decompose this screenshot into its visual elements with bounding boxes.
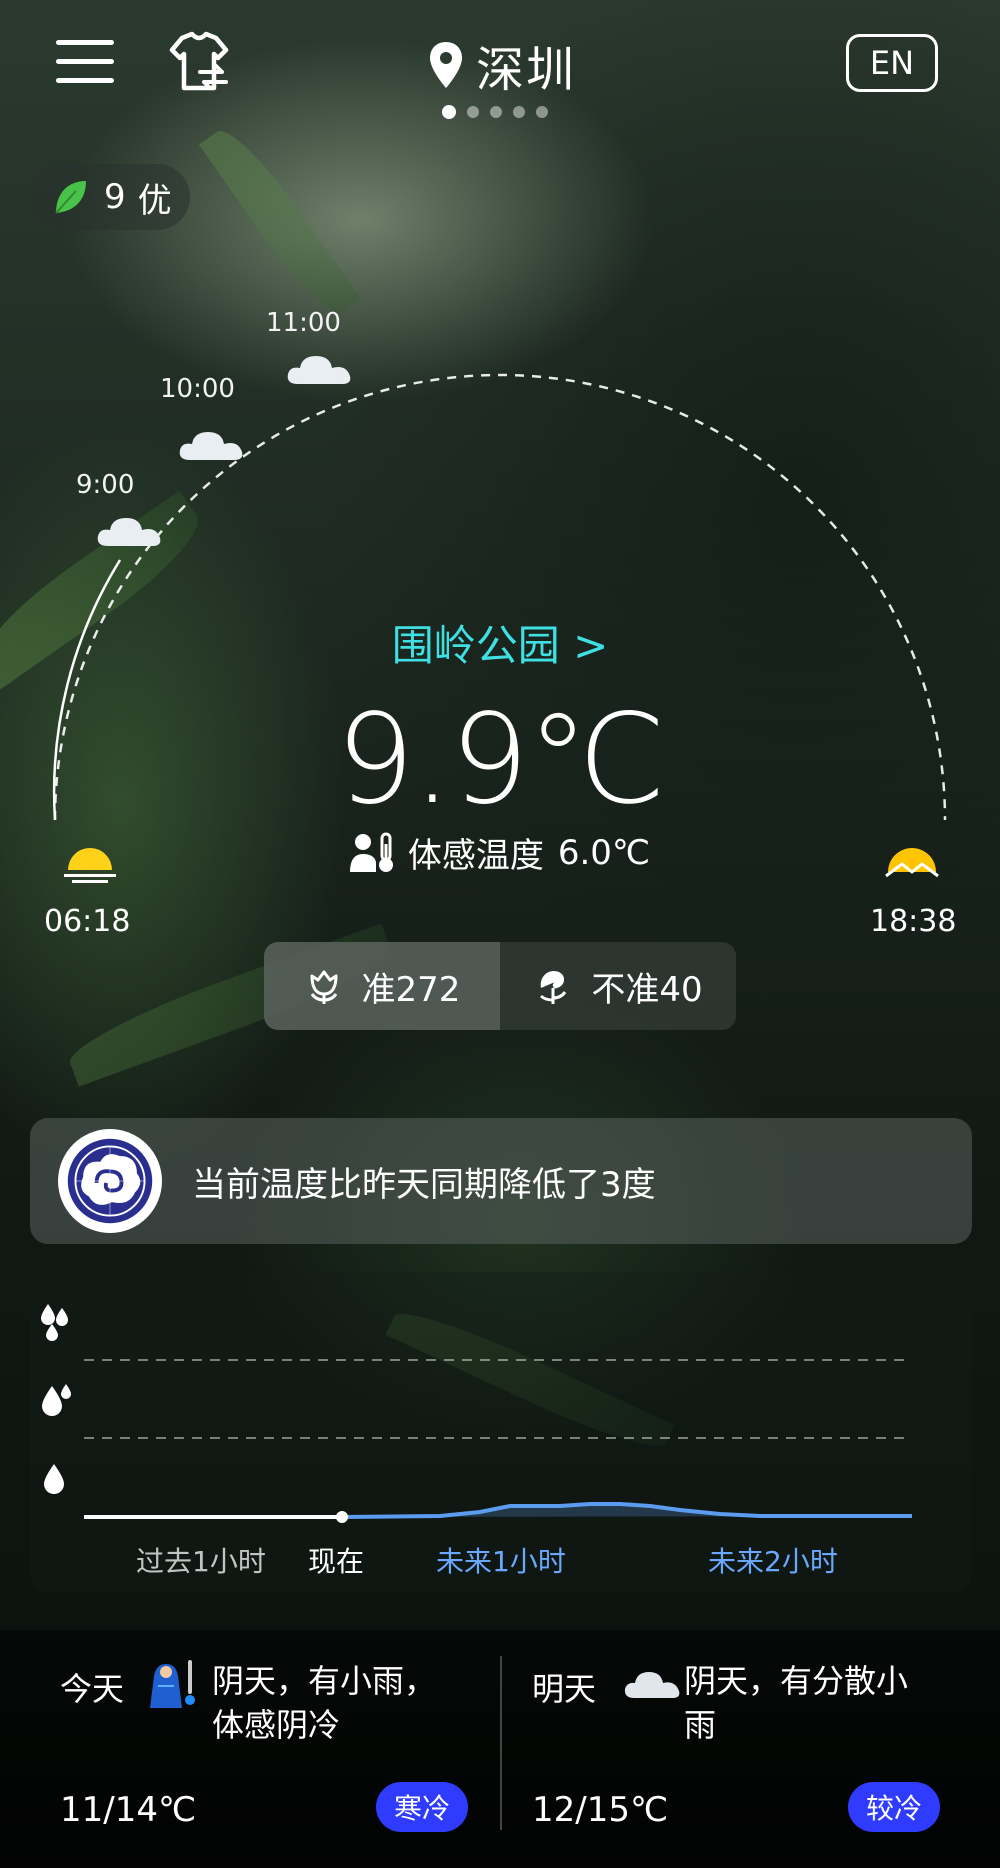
language-toggle-button[interactable]: EN	[846, 34, 938, 92]
hourly-time: 10:00	[160, 374, 235, 404]
air-quality-badge[interactable]: 9 优	[30, 164, 190, 230]
tomorrow-temperature-range: 12/15℃	[532, 1790, 669, 1830]
city-name: 深圳	[476, 42, 577, 98]
tomorrow-comfort-badge: 较冷	[848, 1782, 940, 1832]
hourly-time: 9:00	[76, 470, 135, 500]
meteorological-bureau-logo	[58, 1129, 162, 1233]
feels-like-label: 体感温度	[407, 836, 544, 876]
today-temperature-range: 11/14℃	[60, 1790, 197, 1830]
timeline-past: 过去1小时	[136, 1545, 266, 1578]
weather-notice[interactable]: 当前温度比昨天同期降低了3度	[30, 1118, 972, 1244]
timeline-next-hour: 未来1小时	[436, 1545, 566, 1578]
notice-text: 当前温度比昨天同期降低了3度	[192, 1164, 656, 1205]
tomorrow-description-line1: 阴天，有分散小	[684, 1662, 909, 1700]
page-dot	[467, 106, 479, 118]
forecast-accuracy-vote: 准272 不准40	[264, 942, 736, 1030]
today-comfort-badge: 寒冷	[376, 1782, 468, 1832]
vote-inaccurate-label: 不准40	[591, 969, 703, 1010]
wilted-flower-icon	[540, 970, 567, 1004]
today-label: 今天	[60, 1670, 125, 1708]
menu-icon[interactable]	[56, 40, 114, 90]
aqi-value: 9	[104, 177, 126, 217]
clothing-switch-icon[interactable]	[164, 28, 234, 98]
today-description-line2: 体感阴冷	[212, 1706, 341, 1744]
page-dot	[490, 106, 502, 118]
precipitation-chart	[84, 1359, 912, 1523]
vote-accurate-button[interactable]: 准272	[264, 942, 500, 1030]
today-description-line1: 阴天，有小雨，	[212, 1662, 437, 1700]
feels-like-value: 6.0℃	[557, 832, 651, 873]
person-thermometer-icon	[349, 832, 393, 872]
cloud-icon	[624, 1672, 680, 1698]
forecast-divider	[500, 1656, 502, 1830]
location-pin-icon	[430, 42, 462, 88]
tomorrow-label: 明天	[532, 1670, 597, 1708]
page-dot	[513, 106, 525, 118]
feels-like: 体感温度 6.0℃	[0, 828, 1000, 877]
page-indicator	[442, 105, 548, 119]
sunrise-time: 06:18	[44, 904, 131, 939]
cloud-icon	[287, 356, 351, 384]
timeline-next-two-hours: 未来2小时	[708, 1545, 838, 1578]
vote-accurate-label: 准272	[361, 969, 461, 1010]
tomorrow-description-line2: 雨	[684, 1706, 717, 1744]
sunset-icon	[885, 848, 939, 878]
flower-icon	[310, 970, 338, 1004]
sunset-time: 18:38	[870, 904, 957, 939]
current-temperature: 9.9℃	[335, 688, 666, 832]
hourly-time: 11:00	[266, 308, 341, 338]
vote-inaccurate-button[interactable]: 不准40	[500, 942, 736, 1030]
city-selector[interactable]: 深圳	[428, 30, 576, 100]
person-in-cold-icon	[150, 1660, 195, 1708]
cloud-icon	[179, 432, 243, 460]
cloud-icon	[97, 518, 161, 546]
leaf-icon	[55, 181, 86, 214]
station-link[interactable]: 围岭公园 >	[0, 612, 1000, 673]
page-dot	[442, 105, 456, 119]
sunrise-icon	[64, 848, 116, 883]
aqi-level: 优	[137, 180, 172, 221]
timeline-now: 现在	[308, 1545, 365, 1578]
page-dot	[536, 106, 548, 118]
